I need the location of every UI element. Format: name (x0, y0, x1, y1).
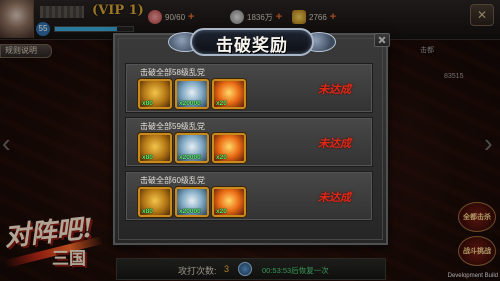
reward-quantity: x20 (216, 154, 227, 161)
reward-status: 未达成 (318, 137, 351, 150)
reward-quantity: x20000 (179, 154, 201, 161)
reward-row-title: 击破全部59级乱党 (140, 122, 205, 131)
close-modal-button[interactable] (374, 33, 390, 47)
reward-items: x80 x20000 x20 (138, 187, 246, 217)
fire-scroll-icon[interactable]: x20 (212, 187, 246, 217)
silver-ore-icon[interactable]: x20000 (175, 187, 209, 217)
modal-title-plate: 击破奖励 (168, 26, 336, 58)
reward-items: x80 x20000 x20 (138, 79, 246, 109)
reward-row: 击破全部59级乱党 x80 x20000 x20 未达成 (125, 117, 373, 167)
reward-items: x80 x20000 x20 (138, 133, 246, 163)
fire-scroll-icon[interactable]: x20 (212, 79, 246, 109)
modal-title: 击破奖励 (216, 36, 288, 56)
reward-row: 击破全部60级乱党 x80 x20000 x20 未达成 (125, 171, 373, 221)
silver-ore-icon[interactable]: x20000 (175, 133, 209, 163)
reward-status: 未达成 (318, 83, 351, 96)
silver-ore-icon[interactable]: x20000 (175, 79, 209, 109)
reward-quantity: x20 (216, 100, 227, 107)
reward-quantity: x20000 (179, 208, 201, 215)
gold-horse-icon[interactable]: x80 (138, 79, 172, 109)
reward-row-title: 击破全部60级乱党 (140, 176, 205, 185)
reward-status: 未达成 (318, 191, 351, 204)
reward-row-title: 击破全部58级乱党 (140, 68, 205, 77)
gold-horse-icon[interactable]: x80 (138, 133, 172, 163)
reward-quantity: x80 (142, 100, 153, 107)
reward-quantity: x20 (216, 208, 227, 215)
reward-row: 击破全部58级乱党 x80 x20000 x20 未达成 (125, 63, 373, 113)
reward-quantity: x20000 (179, 100, 201, 107)
reward-quantity: x80 (142, 154, 153, 161)
reward-quantity: x80 (142, 208, 153, 215)
gold-horse-icon[interactable]: x80 (138, 187, 172, 217)
fire-scroll-icon[interactable]: x20 (212, 133, 246, 163)
